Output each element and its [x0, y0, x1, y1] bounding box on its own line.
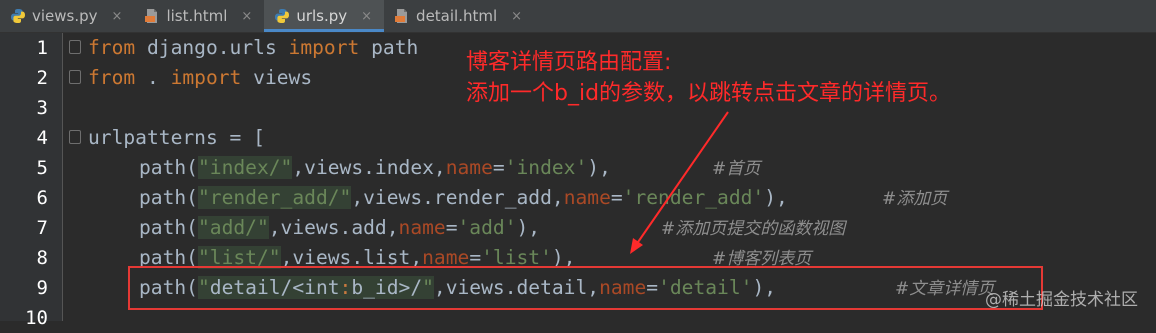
python-file-icon — [275, 9, 290, 23]
code-line-1: from django.urls import path — [88, 33, 418, 63]
code-text: ), — [764, 186, 788, 209]
python-file-icon — [11, 9, 25, 23]
string-literal: 'index' — [504, 156, 588, 179]
code-line-5: path("index/",views.index,name='index'), — [139, 153, 611, 183]
code-text: = — [610, 186, 623, 209]
tab-detail-html[interactable]: detail.html × — [384, 0, 534, 32]
tab-label: list.html — [166, 7, 228, 25]
fold-marker-icon[interactable] — [69, 130, 81, 144]
tab-list-html[interactable]: list.html × — [134, 0, 264, 32]
fold-marker-icon[interactable] — [69, 70, 81, 84]
comment: #首页 — [712, 159, 761, 179]
line-number: 4 — [36, 127, 48, 149]
close-icon[interactable]: × — [361, 9, 372, 24]
code-text: = — [445, 216, 458, 239]
code-text: ), — [587, 156, 611, 179]
code-line-4: urlpatterns = [ — [88, 123, 265, 153]
tab-views-py[interactable]: views.py × — [0, 0, 134, 32]
code-line-7: path("add/",views.add,name='add'), — [139, 213, 540, 243]
line-number: 2 — [36, 67, 48, 89]
line-number: 10 — [25, 307, 48, 329]
function-call: path( — [139, 216, 198, 239]
code-text: ), — [516, 216, 541, 239]
module: django.urls — [135, 36, 289, 59]
url-string: "render_add/" — [197, 186, 352, 209]
comment: #添加页 — [882, 189, 948, 209]
line-number: 3 — [36, 97, 48, 119]
tab-label: detail.html — [416, 7, 498, 25]
keyword: import — [288, 36, 360, 59]
code-text: ,views.index, — [292, 156, 446, 179]
keyword: import — [170, 66, 242, 89]
editor-tab-bar: views.py × list.html × urls.py × detail.… — [0, 0, 1156, 33]
annotation-text: 博客详情页路由配置: 添加一个b_id的参数，以跳转点击文章的详情页。 — [466, 47, 951, 109]
line-number: 9 — [36, 277, 48, 299]
watermark: @稀土掘金技术社区 — [985, 290, 1138, 310]
function-call: path( — [139, 186, 198, 209]
line-number: 7 — [36, 217, 48, 239]
tab-label: urls.py — [296, 7, 348, 25]
line-number: 5 — [36, 157, 48, 179]
keyword-arg: name — [398, 216, 446, 239]
code-text: ,views.add, — [268, 216, 399, 239]
identifier: views — [241, 66, 313, 89]
keyword: from — [88, 36, 136, 59]
annotation-line-1: 博客详情页路由配置: — [466, 50, 672, 75]
line-number: 6 — [36, 187, 48, 209]
fold-marker-icon[interactable] — [69, 40, 81, 54]
line-number: 1 — [36, 37, 48, 59]
string-literal: 'add' — [457, 216, 517, 239]
code-line-2: from . import views — [88, 63, 312, 93]
url-string: "index/" — [197, 156, 293, 179]
string-literal: 'render_add' — [622, 186, 765, 209]
tab-label: views.py — [32, 7, 98, 25]
highlight-box — [128, 266, 1043, 310]
code-text: ,views.render_add, — [351, 186, 564, 209]
html-file-icon — [395, 9, 408, 23]
keyword: from — [88, 66, 136, 89]
code-text: urlpatterns = [ — [88, 126, 265, 149]
url-string: "add/" — [197, 216, 269, 239]
html-file-icon — [145, 9, 158, 23]
comment: #添加页提交的函数视图 — [661, 219, 846, 239]
module: . — [135, 66, 171, 89]
function-call: path( — [139, 156, 198, 179]
keyword-arg: name — [563, 186, 611, 209]
keyword-arg: name — [445, 156, 493, 179]
annotation-line-2: 添加一个b_id的参数，以跳转点击文章的详情页。 — [466, 81, 952, 106]
close-icon[interactable]: × — [112, 9, 123, 24]
tab-urls-py[interactable]: urls.py × — [264, 0, 385, 32]
line-number-gutter: 1 2 3 4 5 6 7 8 9 10 — [0, 33, 63, 329]
close-icon[interactable]: × — [241, 9, 252, 24]
code-text: = — [492, 156, 505, 179]
code-line-6: path("render_add/",views.render_add,name… — [139, 183, 788, 213]
line-number: 8 — [36, 247, 48, 269]
close-icon[interactable]: × — [511, 9, 522, 24]
identifier: path — [359, 36, 419, 59]
